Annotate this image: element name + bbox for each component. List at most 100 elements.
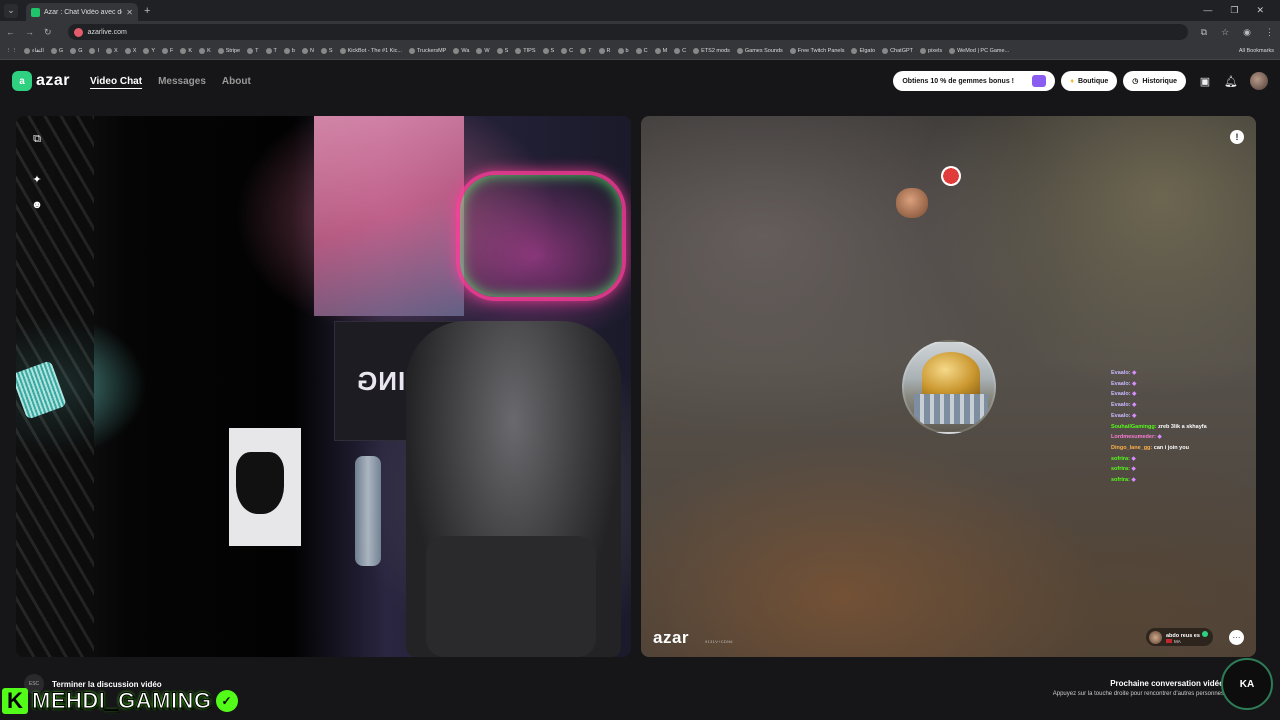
bookmark-favicon-icon (693, 48, 700, 54)
nav-video-chat[interactable]: Video Chat (90, 76, 142, 87)
report-icon[interactable]: ! (1230, 130, 1244, 144)
bookmark-favicon-icon (106, 48, 113, 54)
bookmark-item[interactable]: G (50, 48, 63, 54)
expand-icon[interactable]: ⧉ (30, 132, 44, 146)
face-filter-icon[interactable]: ☻ (30, 198, 44, 212)
bookmark-item[interactable]: G (70, 48, 82, 54)
shop-label: Boutique (1077, 77, 1109, 85)
promo-label: Obtiens 10 % de gemmes bonus ! (902, 77, 1014, 85)
next-chat-control[interactable]: Prochaine conversation vidéo Appuyez sur… (1053, 679, 1224, 697)
gems-promo-button[interactable]: Obtiens 10 % de gemmes bonus ! (893, 71, 1056, 91)
emote-icon: ◆ (1131, 477, 1136, 484)
minimize-icon[interactable]: — (1203, 5, 1212, 16)
emote-icon: ◆ (1131, 455, 1136, 462)
bookmark-label: S (550, 48, 555, 54)
new-tab-icon[interactable]: + (144, 5, 150, 17)
bookmark-favicon-icon (199, 48, 206, 54)
apps-icon[interactable]: ⋮⋮ (6, 48, 17, 54)
bookmark-item[interactable]: KickBot - The #1 Kic... (339, 48, 402, 54)
watermark-code: 9131V+CDN6 (705, 639, 733, 644)
close-tab-icon[interactable]: ✕ (126, 8, 133, 17)
bookmark-item[interactable]: TIPS (515, 48, 536, 54)
profile-icon[interactable]: ◉ (1243, 27, 1251, 38)
azar-logo[interactable]: a azar (12, 71, 70, 91)
history-button[interactable]: ◷ Historique (1123, 71, 1186, 91)
bookmark-item[interactable]: C (561, 48, 573, 54)
bookmark-item[interactable]: T (247, 48, 259, 54)
neon-sign (456, 171, 626, 301)
bookmark-item[interactable]: S (496, 48, 508, 54)
bookmark-item[interactable]: b (283, 48, 295, 54)
reload-icon[interactable]: ↻ (44, 27, 52, 38)
bookmark-item[interactable]: TruckersMP (408, 48, 446, 54)
all-bookmarks-button[interactable]: All Bookmarks (1239, 48, 1274, 54)
magic-wand-icon[interactable]: ✦ (30, 172, 44, 186)
cast-icon[interactable]: ⧉ (1201, 27, 1207, 38)
shop-button[interactable]: ♦ Boutique (1061, 71, 1118, 91)
browser-menu-icon[interactable]: ⋮ (1265, 27, 1274, 38)
bookmark-item[interactable]: WeMod | PC Game... (949, 48, 1009, 54)
chat-message: Evaalo: ◆ (1111, 389, 1251, 400)
chat-username: SouhailGamingg: (1111, 423, 1157, 430)
inbox-icon[interactable]: ▣ (1198, 74, 1212, 88)
nav-about[interactable]: About (222, 76, 251, 87)
bookmark-label: Stripe (225, 48, 241, 54)
bookmark-favicon-icon (882, 48, 889, 54)
bookmark-item[interactable]: pixels (920, 48, 942, 54)
bookmark-item[interactable]: T (265, 48, 277, 54)
bookmark-item[interactable]: X (124, 48, 137, 54)
chat-username: Evaalo: (1111, 380, 1131, 387)
tab-title: Azar : Chat Vidéo avec des i (44, 8, 122, 16)
bookmark-item[interactable]: F (162, 48, 173, 54)
bookmark-item[interactable]: N (301, 48, 314, 54)
bookmark-item[interactable]: S (542, 48, 555, 54)
bookmark-item[interactable]: Games Sounds (736, 48, 783, 54)
site-info-icon[interactable] (73, 27, 83, 37)
maximize-icon[interactable]: ❐ (1230, 5, 1238, 16)
bookmark-item[interactable]: Elgato (851, 48, 875, 54)
bookmark-item[interactable]: W (476, 48, 490, 54)
bookmark-item[interactable]: ChatGPT (882, 48, 913, 54)
bookmark-favicon-icon (789, 48, 796, 54)
chat-bubble-icon[interactable]: ··· (1229, 630, 1244, 645)
clock-icon: ◷ (1132, 78, 1139, 85)
bookmark-item[interactable]: Wa (453, 48, 469, 54)
chat-message: Evaalo: ◆ (1111, 400, 1251, 411)
nav-messages[interactable]: Messages (158, 76, 206, 87)
bookmark-item[interactable]: K (199, 48, 211, 54)
azar-logo-icon: a (12, 71, 32, 91)
bookmark-item[interactable]: Stripe (217, 48, 241, 54)
bookmark-item[interactable]: C (674, 48, 686, 54)
partner-info[interactable]: abdo reus es MA (1146, 628, 1213, 646)
bookmark-item[interactable]: T (580, 48, 592, 54)
back-icon[interactable]: ← (6, 27, 15, 37)
bookmark-item[interactable]: S (320, 48, 333, 54)
bookmark-item[interactable]: Free Twitch Panels (789, 48, 844, 54)
close-window-icon[interactable]: ✕ (1256, 5, 1264, 16)
tab-search-button[interactable]: ⌄ (4, 3, 18, 18)
bookmark-item[interactable]: C (635, 48, 648, 54)
bookmark-item[interactable]: X (106, 48, 118, 54)
user-avatar[interactable] (1250, 72, 1268, 90)
bookmark-favicon-icon (736, 48, 743, 54)
bookmark-favicon-icon (515, 48, 522, 54)
emote-icon: ◆ (1131, 466, 1136, 473)
forward-icon[interactable]: → (25, 27, 34, 37)
bookmark-item[interactable]: Y (143, 48, 155, 54)
bookmark-favicon-icon (580, 48, 587, 54)
bookmark-label: X (132, 48, 137, 54)
browser-tab[interactable]: Azar : Chat Vidéo avec des i ✕ (26, 3, 138, 21)
bookmark-item[interactable]: I (89, 48, 99, 54)
local-video: GAMING ⧉ ✦ ☻ (16, 116, 631, 657)
bookmark-item[interactable]: ETS2 mods (693, 48, 730, 54)
url-input[interactable]: azarlive.com (67, 24, 1188, 40)
bookmark-item[interactable]: R (598, 48, 611, 54)
emote-icon: ◆ (1132, 412, 1137, 419)
bookmark-star-icon[interactable]: ☆ (1221, 27, 1229, 38)
bookmark-item[interactable]: b (617, 48, 629, 54)
bookmark-item[interactable]: K (180, 48, 192, 54)
bell-icon[interactable]: 🔔︎ (1224, 74, 1238, 88)
bookmark-item[interactable]: M (654, 48, 667, 54)
bookmark-item[interactable]: التقاء (24, 48, 44, 54)
bookmark-label: K (207, 48, 211, 54)
